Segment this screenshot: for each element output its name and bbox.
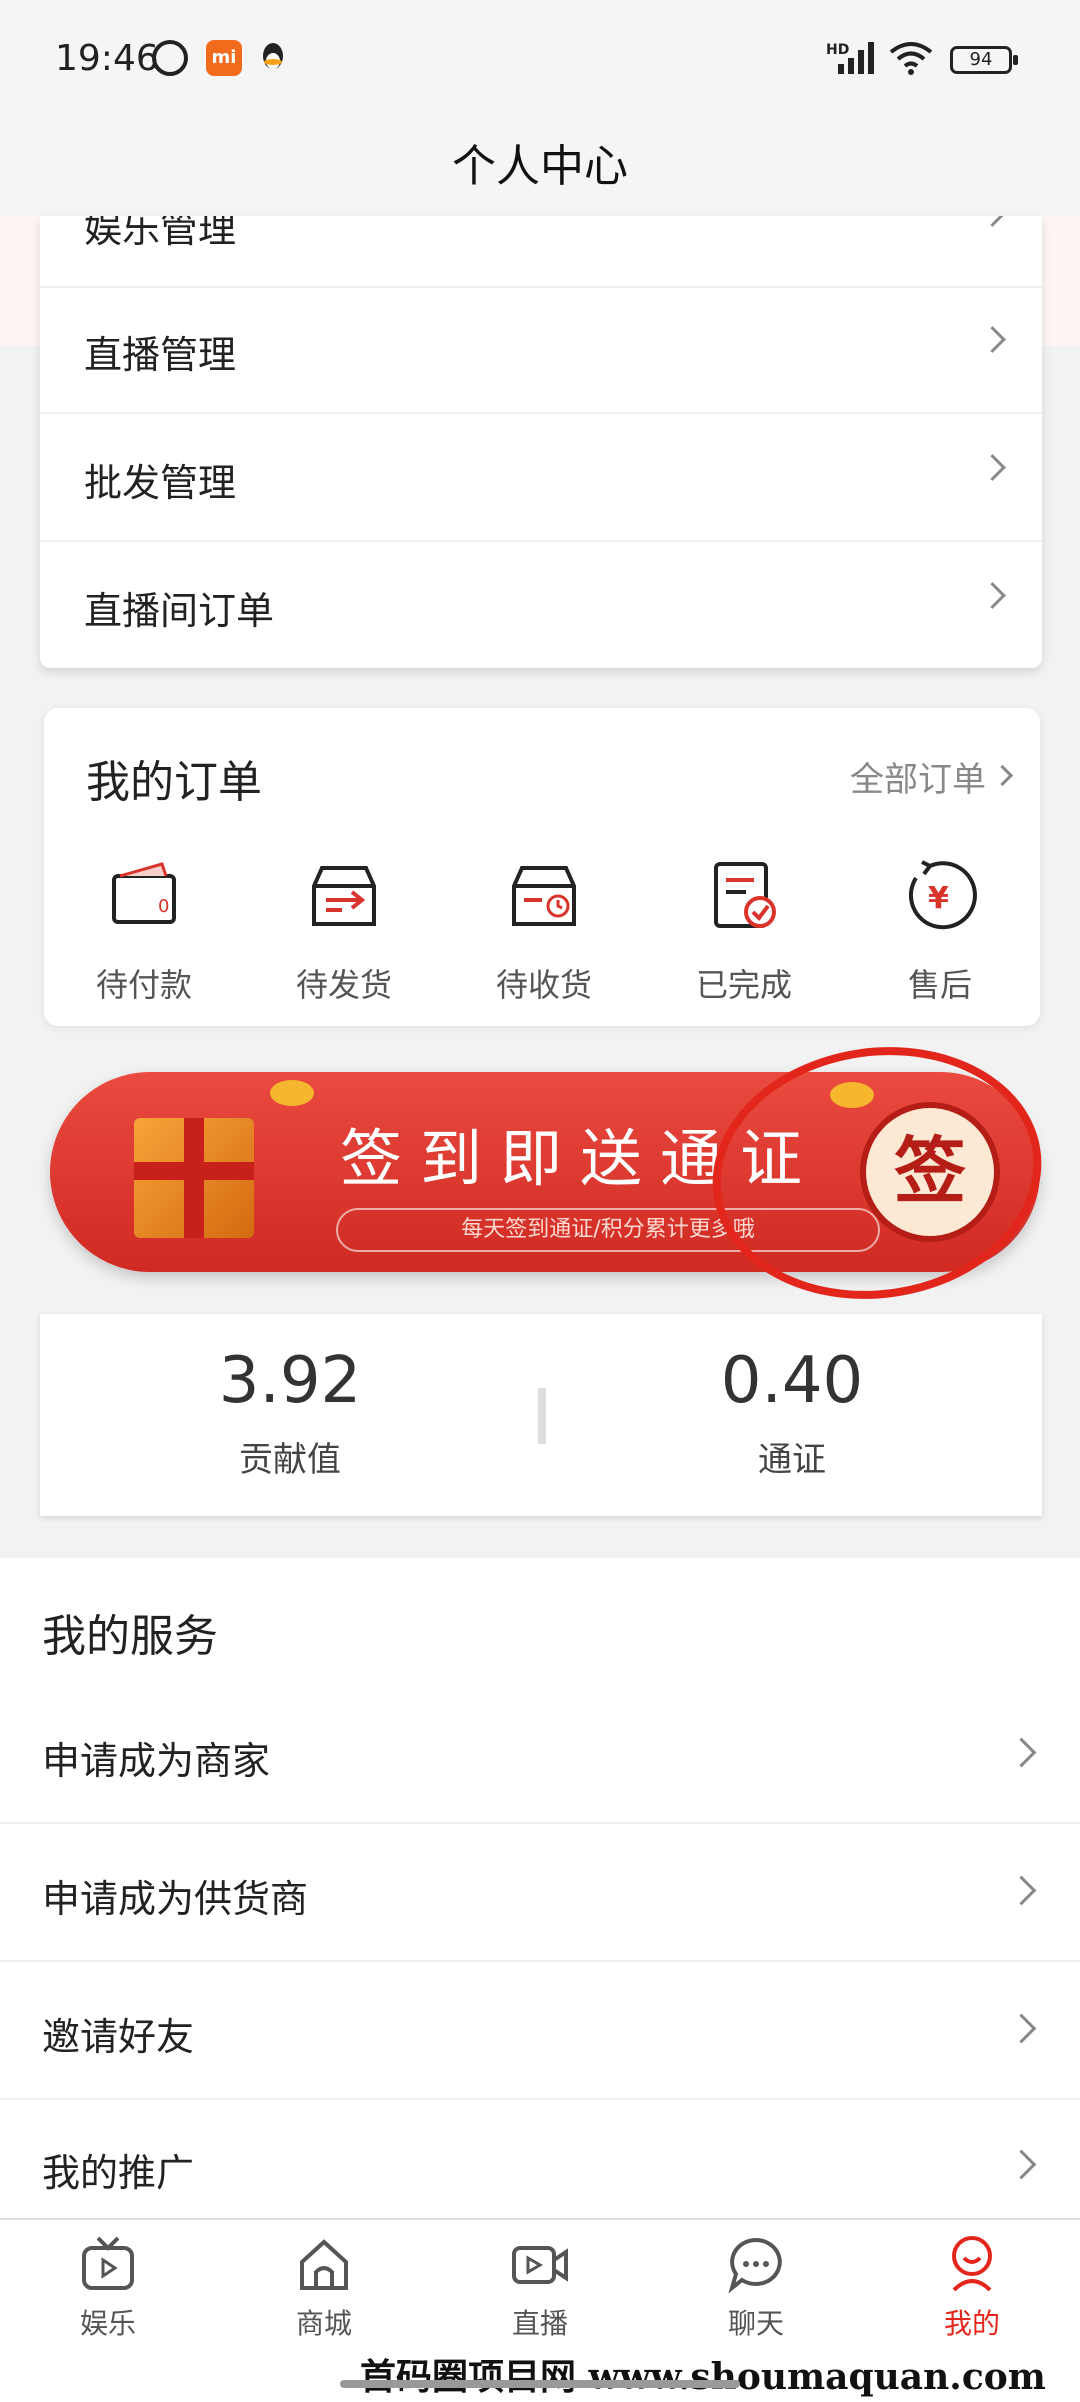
wifi-icon: [889, 42, 933, 75]
menu-item-label: 直播间订单: [84, 589, 275, 633]
chevron-right-icon: [979, 216, 1006, 227]
service-label: 我的推广: [42, 2151, 195, 2195]
contribution-label: 贡献值: [239, 1440, 341, 1480]
yen-refresh-icon: ¥: [908, 860, 977, 930]
my-services: 我的服务 申请成为商家 申请成为供货商 邀请好友 我的推广: [0, 1558, 1080, 2218]
bottom-tab-bar: 娱乐 商城 直播 聊天 我的 首码圈项目网 www.shoumaquan.com: [0, 2218, 1080, 2402]
coin-icon: [270, 1080, 314, 1106]
signal-icon: [838, 42, 874, 74]
chevron-right-icon: [1006, 2149, 1037, 2180]
management-menu: 娱乐管理 直播管理 批发管理 直播间订单: [40, 216, 1042, 668]
svg-text:0: 0: [158, 896, 169, 917]
nav-bar: 个人中心: [0, 120, 1080, 216]
tab-chat[interactable]: 聊天: [686, 2234, 826, 2342]
order-label: 待收货: [495, 966, 592, 1004]
order-pending-receipt[interactable]: 待收货: [444, 856, 644, 1006]
wallet-icon: 0: [112, 862, 176, 924]
service-item-merchant[interactable]: 申请成为商家: [0, 1686, 1080, 1824]
stats-card: 3.92 贡献值 0.40 通证: [40, 1314, 1042, 1516]
menu-item-label: 直播管理: [84, 333, 237, 377]
order-label: 已完成: [695, 966, 792, 1004]
chevron-right-icon: [979, 454, 1006, 481]
smile-user-icon: [952, 2236, 992, 2292]
tab-entertainment[interactable]: 娱乐: [38, 2234, 178, 2342]
gift-ribbon: [134, 1162, 254, 1180]
my-orders-card: 我的订单 全部订单 0 待付款 待发货 待收货 已完成 ¥ 售后: [44, 708, 1040, 1026]
order-label: 售后: [907, 966, 972, 1004]
chevron-right-icon: [979, 582, 1006, 609]
order-pending-shipment[interactable]: 待发货: [244, 856, 444, 1006]
tv-icon: [82, 2236, 134, 2290]
tab-label: 我的: [943, 2307, 1000, 2340]
tab-label: 娱乐: [79, 2307, 136, 2340]
tab-label: 聊天: [727, 2307, 784, 2340]
order-label: 待付款: [95, 966, 192, 1004]
chevron-right-icon: [979, 326, 1006, 353]
menu-item-label: 批发管理: [84, 461, 237, 505]
service-item-invite[interactable]: 邀请好友: [0, 1962, 1080, 2100]
menu-item-live-orders[interactable]: 直播间订单: [40, 540, 1042, 668]
tab-mine[interactable]: 我的: [902, 2234, 1042, 2342]
tab-mall[interactable]: 商城: [254, 2234, 394, 2342]
page-title: 个人中心: [452, 141, 628, 192]
order-after-sales[interactable]: ¥ 售后: [840, 856, 1040, 1006]
box-clock-icon: [512, 866, 576, 926]
service-item-promotion[interactable]: 我的推广: [0, 2098, 1080, 2234]
order-completed[interactable]: 已完成: [644, 856, 844, 1006]
video-icon: [512, 2246, 568, 2284]
battery-icon: 94: [950, 46, 1018, 74]
service-item-supplier[interactable]: 申请成为供货商: [0, 1824, 1080, 1962]
menu-item-label: 娱乐管理: [84, 216, 237, 251]
qq-icon: [263, 43, 283, 69]
tab-live[interactable]: 直播: [470, 2234, 610, 2342]
watermark-text: 首码圈项目网 www.shoumaquan.com: [360, 2356, 1046, 2398]
annotation-circle: [696, 1026, 1058, 1320]
chat-icon: [728, 2237, 782, 2294]
service-label: 申请成为商家: [42, 1739, 271, 1783]
tab-label: 直播: [511, 2307, 568, 2340]
svg-text:¥: ¥: [928, 881, 949, 916]
menu-item-entertainment[interactable]: 娱乐管理: [40, 216, 1042, 288]
chevron-right-icon: [1006, 1875, 1037, 1906]
orders-title: 我的订单: [86, 757, 262, 808]
chevron-right-icon: [991, 764, 1014, 787]
order-label: 待发货: [295, 966, 392, 1004]
document-check-icon: [714, 862, 776, 928]
token-label: 通证: [758, 1440, 826, 1480]
home-icon: [300, 2239, 348, 2290]
contribution-value: 3.92: [218, 1344, 362, 1418]
menu-item-wholesale[interactable]: 批发管理: [40, 412, 1042, 542]
services-title: 我的服务: [42, 1611, 218, 1662]
status-bar: 19:46 mi HD 94: [0, 0, 1080, 120]
chevron-right-icon: [1006, 2013, 1037, 2044]
status-time: 19:46: [55, 38, 159, 79]
home-indicator[interactable]: [340, 2380, 740, 2388]
chevron-right-icon: [1006, 1737, 1037, 1768]
tab-label: 商城: [295, 2307, 352, 2340]
service-label: 申请成为供货商: [42, 1877, 309, 1921]
token-value: 0.40: [720, 1344, 864, 1418]
order-pending-payment[interactable]: 0 待付款: [44, 856, 244, 1006]
menu-item-live[interactable]: 直播管理: [40, 284, 1042, 414]
all-orders-link[interactable]: 全部订单: [850, 752, 986, 801]
service-label: 邀请好友: [42, 2015, 195, 2059]
token-stat[interactable]: 0.40 通证: [542, 1344, 1042, 1481]
alarm-icon: [152, 40, 188, 76]
box-send-icon: [312, 866, 376, 926]
mi-icon: mi: [206, 40, 242, 76]
contribution-stat[interactable]: 3.92 贡献值: [40, 1344, 540, 1481]
